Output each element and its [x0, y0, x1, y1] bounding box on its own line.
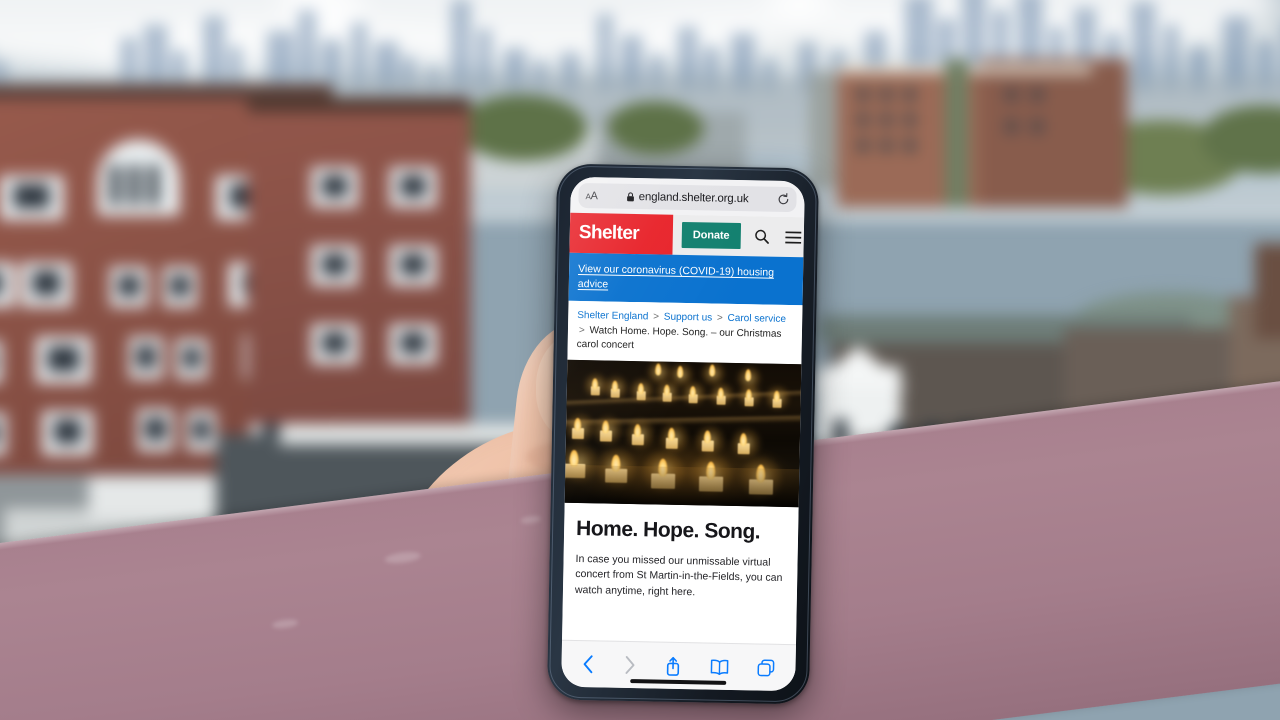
article-body: Home. Hope. Song. In case you missed our… [562, 502, 799, 645]
smartphone: AA england.shelter.org.uk Shelter Donate… [546, 163, 820, 705]
candles-photo [564, 359, 802, 507]
safari-top-bar: AA england.shelter.org.uk [570, 176, 805, 218]
tree [459, 95, 587, 161]
tabs-button[interactable] [757, 658, 776, 677]
breadcrumb-item-support-us[interactable]: Support us [664, 312, 713, 324]
chevron-right-icon [625, 656, 635, 674]
breadcrumb-item-carol-service[interactable]: Carol service [727, 313, 786, 325]
share-button[interactable] [664, 655, 681, 676]
article-standfirst: In case you missed our unmissable virtua… [574, 552, 783, 598]
breadcrumb-separator: > [653, 311, 660, 323]
shelter-logo[interactable]: Shelter [569, 212, 674, 255]
reload-icon[interactable] [777, 193, 789, 206]
url-display[interactable]: england.shelter.org.uk [598, 190, 778, 205]
donate-button[interactable]: Donate [681, 221, 741, 250]
back-button[interactable] [581, 654, 595, 674]
book-icon [710, 659, 728, 675]
url-text: england.shelter.org.uk [638, 190, 749, 205]
search-icon [754, 229, 769, 244]
covid-advice-link[interactable]: View our coronavirus (COVID-19) housing … [578, 262, 795, 295]
breadcrumb-separator: > [578, 324, 585, 336]
lock-icon [627, 191, 635, 201]
page-title: Home. Hope. Song. [575, 516, 761, 543]
hamburger-menu-icon [784, 230, 802, 244]
share-icon [666, 656, 680, 676]
search-button[interactable] [753, 228, 769, 244]
safari-bottom-bar [561, 639, 796, 692]
breadcrumb: Shelter England > Support us > Carol ser… [567, 300, 803, 364]
logo-text: Shelter [578, 221, 640, 245]
bookmarks-button[interactable] [709, 658, 729, 675]
breadcrumb-item-current: Watch Home. Hope. Song. – our Christmas … [576, 324, 782, 352]
tabs-icon [757, 658, 775, 676]
breadcrumb-item-shelter-england[interactable]: Shelter England [577, 310, 648, 322]
header-actions: Donate [672, 215, 804, 258]
covid-banner[interactable]: View our coronavirus (COVID-19) housing … [568, 252, 804, 306]
menu-button[interactable] [784, 230, 802, 244]
site-header: Shelter Donate [569, 212, 805, 258]
breadcrumb-separator: > [716, 312, 723, 324]
forward-button[interactable] [623, 655, 637, 675]
tree [608, 101, 704, 155]
phone-screen: AA england.shelter.org.uk Shelter Donate… [561, 176, 805, 692]
text-size-button[interactable]: AA [585, 190, 597, 202]
home-indicator [630, 679, 727, 685]
screenshot-scene: AA england.shelter.org.uk Shelter Donate… [0, 0, 1280, 720]
url-bar[interactable]: AA england.shelter.org.uk [578, 182, 797, 213]
chevron-left-icon [583, 655, 593, 674]
